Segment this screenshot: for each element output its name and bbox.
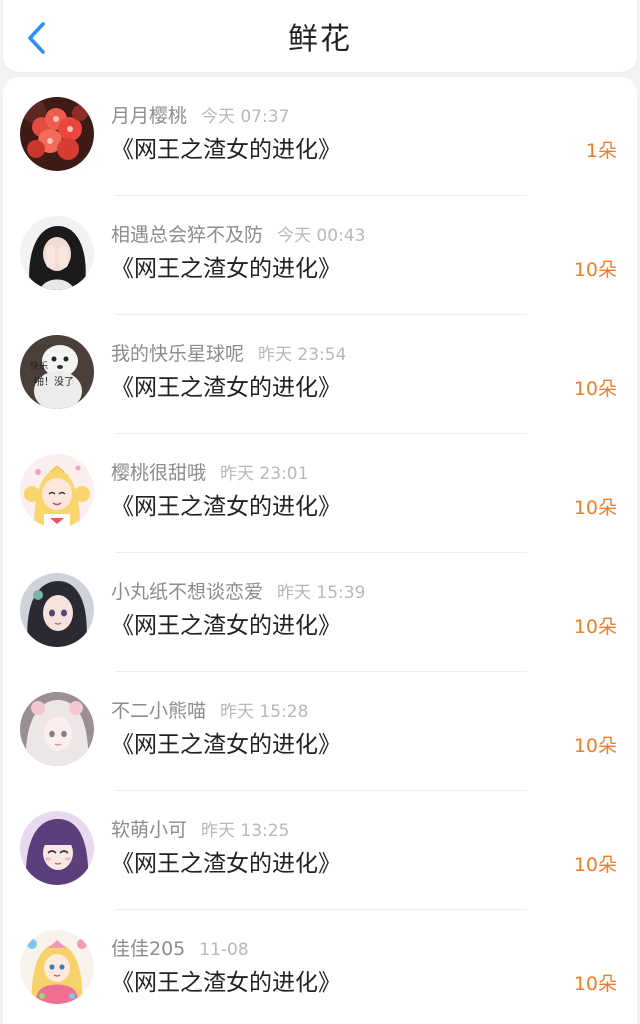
avatar[interactable] [20,930,94,1004]
flower-count: 10朵 [573,497,617,519]
avatar[interactable]: 快乐 啪！没了 [20,335,94,409]
sender-info: 樱桃很甜哦 昨天 23:01 [111,459,308,488]
book-title: 《网王之渣女的进化》 [111,613,341,639]
list-item[interactable]: 相遇总会猝不及防 今天 00:43 《网王之渣女的进化》 10朵 [3,196,637,315]
girl-covering-face-avatar [20,216,94,290]
send-time: 今天 07:37 [201,107,290,127]
nav-bar: 鲜花 [3,0,637,72]
send-time: 昨天 13:25 [201,821,290,841]
avatar[interactable] [20,216,94,290]
list-item[interactable]: 小丸纸不想谈恋爱 昨天 15:39 《网王之渣女的进化》 10朵 [3,553,637,672]
sailor-moon-avatar [20,454,94,528]
sender-info: 相遇总会猝不及防 今天 00:43 [111,221,365,250]
list-item[interactable]: 快乐 啪！没了 我的快乐星球呢 昨天 23:54 《网王之渣女的进化》 10朵 [3,315,637,434]
flower-count: 1朵 [585,140,617,162]
sender-name: 我的快乐星球呢 [111,343,245,365]
sender-name: 樱桃很甜哦 [111,462,207,484]
sender-info: 小丸纸不想谈恋爱 昨天 15:39 [111,578,365,607]
avatar-caption-1: 快乐 [30,360,48,372]
flower-count: 10朵 [573,378,617,400]
red-flowers-avatar [20,97,94,171]
flower-count: 10朵 [573,259,617,281]
sender-name: 软萌小可 [111,819,188,841]
book-title: 《网王之渣女的进化》 [111,851,341,877]
list-item[interactable]: 软萌小可 昨天 13:25 《网王之渣女的进化》 10朵 [3,791,637,910]
anime-girl-dark-hair-avatar [20,573,94,647]
sender-info: 不二小熊喵 昨天 15:28 [111,697,308,726]
flower-gifts-screen: 鲜花 月月樱桃 今天 07:37 《网王之渣女的进化》 1朵 相遇总会猝不及防 … [0,0,640,1024]
send-time: 昨天 15:28 [220,702,309,722]
sender-info: 我的快乐星球呢 昨天 23:54 [111,340,346,369]
list-item[interactable]: 不二小熊喵 昨天 15:28 《网王之渣女的进化》 10朵 [3,672,637,791]
sender-info: 佳佳205 11-08 [111,935,249,964]
book-title: 《网王之渣女的进化》 [111,494,341,520]
avatar[interactable] [20,97,94,171]
sender-info: 软萌小可 昨天 13:25 [111,816,289,845]
send-time: 昨天 23:54 [258,345,347,365]
list-item[interactable]: 佳佳205 11-08 《网王之渣女的进化》 10朵 [3,910,637,1024]
flower-count: 10朵 [573,854,617,876]
avatar[interactable] [20,573,94,647]
flower-count: 10朵 [573,973,617,995]
sender-name: 小丸纸不想谈恋爱 [111,581,264,603]
colorful-anime-princess-avatar [20,930,94,1004]
send-time: 今天 00:43 [277,226,366,246]
white-dog-meme-avatar: 快乐 啪！没了 [20,335,94,409]
book-title: 《网王之渣女的进化》 [111,137,341,163]
avatar[interactable] [20,454,94,528]
flower-count: 10朵 [573,735,617,757]
send-time: 昨天 23:01 [220,464,309,484]
sender-name: 月月樱桃 [111,105,188,127]
avatar[interactable] [20,692,94,766]
avatar[interactable] [20,811,94,885]
page-title: 鲜花 [288,22,352,57]
send-time: 11-08 [199,940,249,960]
sender-name: 不二小熊喵 [111,700,207,722]
book-title: 《网王之渣女的进化》 [111,732,341,758]
sender-name: 佳佳205 [111,938,186,960]
flower-list: 月月樱桃 今天 07:37 《网王之渣女的进化》 1朵 相遇总会猝不及防 今天 00… [3,77,637,1024]
flower-count: 10朵 [573,616,617,638]
pale-anime-girl-avatar [20,692,94,766]
send-time: 昨天 15:39 [277,583,366,603]
book-title: 《网王之渣女的进化》 [111,970,341,996]
avatar-caption-2: 啪！没了 [34,375,74,388]
book-title: 《网王之渣女的进化》 [111,256,341,282]
list-item[interactable]: 樱桃很甜哦 昨天 23:01 《网王之渣女的进化》 10朵 [3,434,637,553]
sender-name: 相遇总会猝不及防 [111,224,264,246]
list-item[interactable]: 月月樱桃 今天 07:37 《网王之渣女的进化》 1朵 [3,77,637,196]
purple-hair-anime-girl-avatar [20,811,94,885]
sender-info: 月月樱桃 今天 07:37 [111,102,289,131]
book-title: 《网王之渣女的进化》 [111,375,341,401]
